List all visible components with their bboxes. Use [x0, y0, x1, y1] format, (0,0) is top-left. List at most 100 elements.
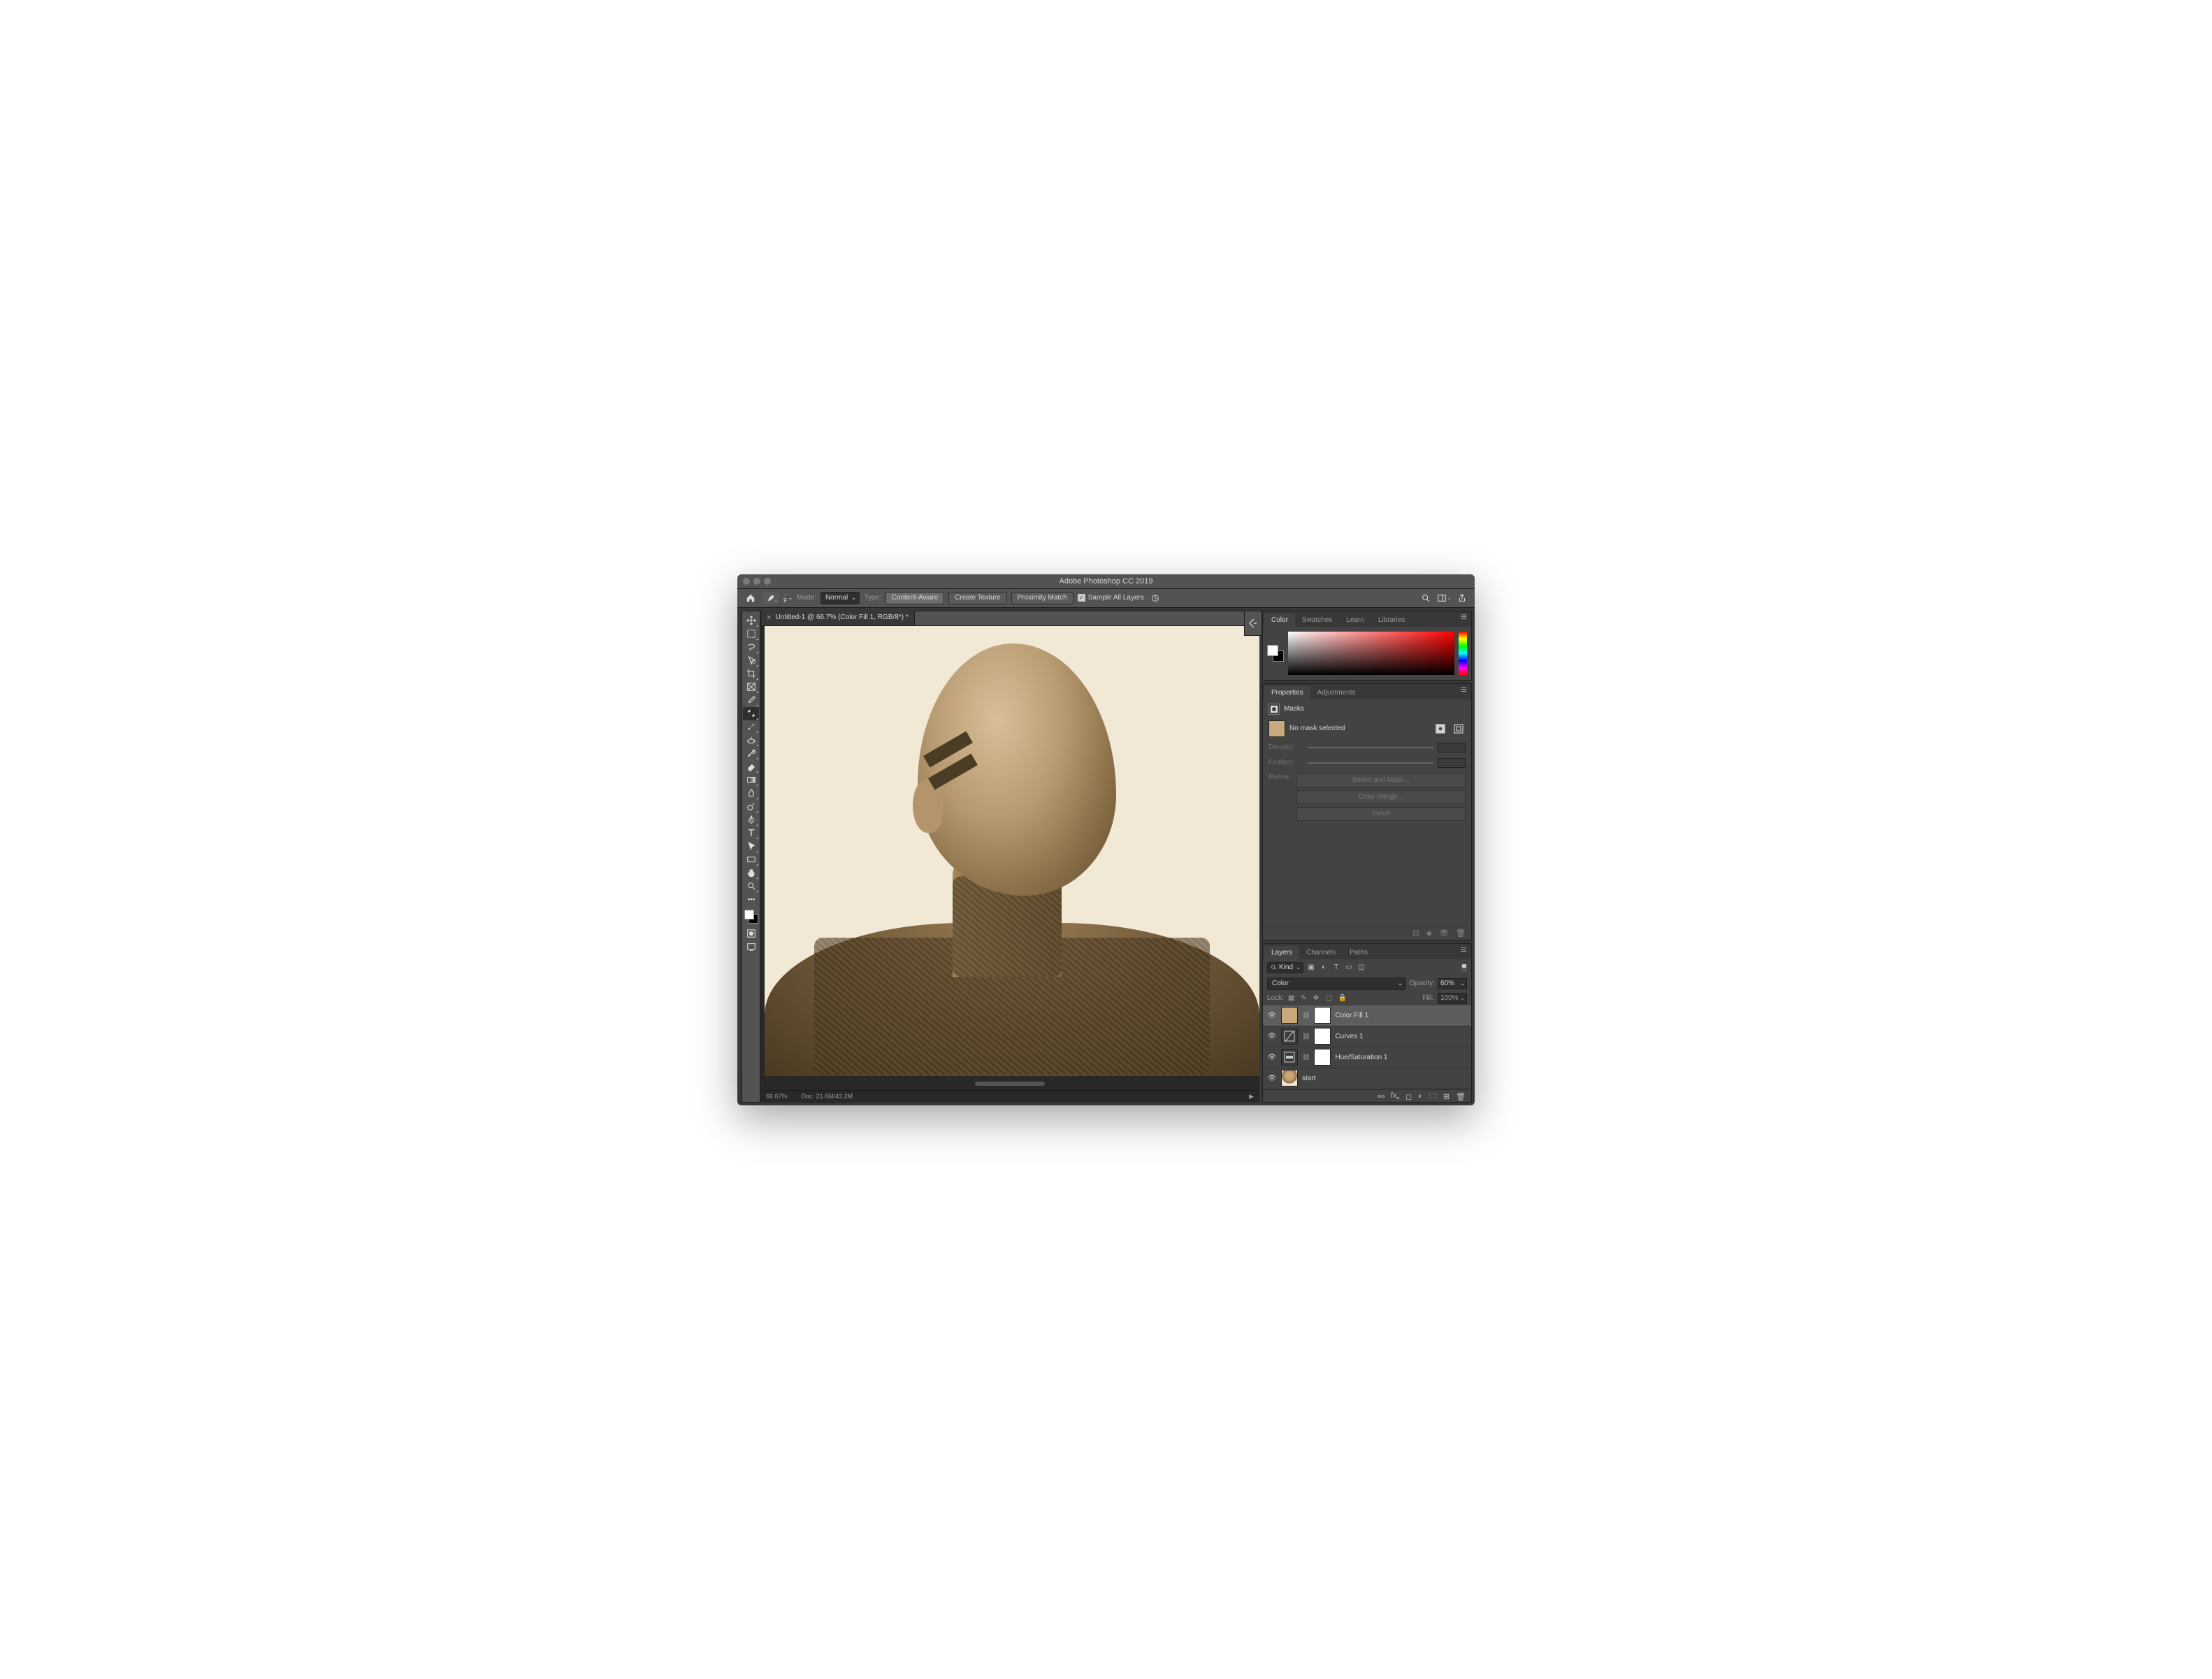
- fill-input[interactable]: 100%: [1438, 993, 1467, 1004]
- content-aware-button[interactable]: Content-Aware: [885, 592, 945, 604]
- zoom-tool[interactable]: [743, 880, 759, 893]
- doc-size[interactable]: Doc: 21.6M/43.2M: [802, 1093, 853, 1100]
- density-value[interactable]: [1438, 743, 1466, 753]
- lasso-tool[interactable]: [743, 641, 759, 654]
- filter-smart-icon[interactable]: ◫: [1357, 963, 1366, 973]
- tab-properties[interactable]: Properties: [1264, 686, 1310, 699]
- layer-name[interactable]: Curves 1: [1335, 1033, 1467, 1040]
- gradient-tool[interactable]: [743, 773, 759, 787]
- layer-mask-thumbnail[interactable]: [1314, 1049, 1331, 1066]
- share-icon[interactable]: [1455, 592, 1469, 604]
- blur-tool[interactable]: [743, 787, 759, 800]
- link-icon[interactable]: ⛓: [1302, 1012, 1310, 1019]
- lock-all-icon[interactable]: 🔒: [1338, 994, 1347, 1003]
- fg-bg-swatch[interactable]: [744, 909, 759, 924]
- adjustment-layer-icon[interactable]: ◐: [1418, 1092, 1423, 1100]
- lock-paint-icon[interactable]: ✎: [1301, 994, 1309, 1003]
- zoom-level[interactable]: 66.67%: [766, 1093, 788, 1100]
- color-field[interactable]: [1288, 632, 1454, 675]
- tab-learn[interactable]: Learn: [1339, 613, 1371, 627]
- tab-layers[interactable]: Layers: [1264, 946, 1299, 959]
- layer-mask-thumbnail[interactable]: [1314, 1007, 1331, 1024]
- eraser-tool[interactable]: [743, 760, 759, 773]
- filter-pixel-icon[interactable]: ▣: [1306, 963, 1316, 973]
- panel-menu-icon[interactable]: ≡: [1456, 941, 1471, 959]
- clone-stamp-tool[interactable]: [743, 734, 759, 747]
- feather-value[interactable]: [1438, 758, 1466, 768]
- horizontal-scrollbar[interactable]: [975, 1082, 1045, 1086]
- link-icon[interactable]: ⛓: [1302, 1033, 1310, 1040]
- edit-toolbar[interactable]: [743, 893, 759, 906]
- move-tool[interactable]: [743, 614, 759, 627]
- lock-position-icon[interactable]: ✥: [1313, 994, 1322, 1003]
- dodge-tool[interactable]: [743, 800, 759, 813]
- tab-adjustments[interactable]: Adjustments: [1310, 686, 1363, 699]
- pen-tool[interactable]: [743, 813, 759, 827]
- tab-channels[interactable]: Channels: [1299, 946, 1343, 959]
- visibility-toggle[interactable]: 👁: [1267, 1075, 1277, 1082]
- blend-mode-dropdown[interactable]: Color: [1267, 977, 1406, 990]
- delete-layer-icon[interactable]: 🗑: [1456, 1092, 1466, 1101]
- close-tab-icon[interactable]: ×: [767, 613, 771, 622]
- apply-mask-icon[interactable]: ◈: [1426, 929, 1432, 938]
- load-selection-icon[interactable]: ⊡: [1412, 929, 1419, 938]
- home-button[interactable]: [743, 591, 758, 605]
- tab-paths[interactable]: Paths: [1343, 946, 1375, 959]
- brush-size-picker[interactable]: • 9: [783, 593, 786, 604]
- type-tool[interactable]: [743, 827, 759, 840]
- delete-mask-icon[interactable]: 🗑: [1456, 929, 1466, 938]
- filter-toggle[interactable]: [1461, 964, 1467, 972]
- healing-brush-tool[interactable]: [743, 707, 759, 720]
- screen-mode[interactable]: [743, 940, 759, 954]
- mask-mode-icon[interactable]: [1268, 704, 1280, 715]
- filter-kind-dropdown[interactable]: Kind: [1267, 962, 1303, 973]
- create-texture-button[interactable]: Create Texture: [948, 592, 1006, 604]
- feather-slider[interactable]: [1308, 762, 1433, 764]
- visibility-toggle[interactable]: 👁: [1267, 1033, 1277, 1040]
- vector-mask-icon[interactable]: [1452, 722, 1466, 735]
- panel-menu-icon[interactable]: ≡: [1456, 609, 1471, 627]
- opacity-input[interactable]: 60%: [1438, 978, 1467, 989]
- filter-shape-icon[interactable]: ▭: [1344, 963, 1354, 973]
- panel-menu-icon[interactable]: ≡: [1456, 681, 1471, 699]
- new-layer-icon[interactable]: ⊞: [1443, 1092, 1450, 1101]
- workspace-switcher-icon[interactable]: ⌄: [1437, 592, 1451, 604]
- pressure-icon[interactable]: [1148, 592, 1162, 604]
- tool-preset-picker[interactable]: ⌄: [762, 592, 779, 604]
- document-tab[interactable]: × Untitled-1 @ 66.7% (Color Fill 1, RGB/…: [761, 610, 915, 625]
- hue-slider[interactable]: [1459, 632, 1467, 675]
- collapsed-dock[interactable]: [1244, 611, 1262, 636]
- path-select-tool[interactable]: [743, 840, 759, 853]
- tab-color[interactable]: Color: [1264, 613, 1295, 627]
- eyedropper-tool[interactable]: [743, 694, 759, 707]
- pixel-mask-icon[interactable]: [1433, 722, 1447, 735]
- layer-name[interactable]: start: [1302, 1075, 1467, 1082]
- invert-button[interactable]: Invert: [1296, 807, 1466, 821]
- mode-dropdown[interactable]: Normal: [821, 592, 860, 604]
- layer-row[interactable]: 👁⛓Hue/Saturation 1: [1263, 1047, 1471, 1068]
- select-and-mask-button[interactable]: Select and Mask...: [1296, 773, 1466, 787]
- tab-libraries[interactable]: Libraries: [1371, 613, 1412, 627]
- fg-bg-swatch[interactable]: [1267, 645, 1284, 662]
- crop-tool[interactable]: [743, 667, 759, 681]
- disable-mask-icon[interactable]: 👁: [1439, 929, 1449, 938]
- rectangle-tool[interactable]: [743, 853, 759, 866]
- link-layers-icon[interactable]: ⚯: [1378, 1092, 1385, 1101]
- layer-fx-icon[interactable]: fx▾: [1391, 1091, 1399, 1101]
- marquee-tool[interactable]: [743, 627, 759, 641]
- sample-all-checkbox[interactable]: ✓Sample All Layers: [1078, 594, 1144, 602]
- hand-tool[interactable]: [743, 866, 759, 880]
- add-mask-icon[interactable]: ◻: [1405, 1092, 1412, 1101]
- layer-row[interactable]: 👁 ⛓ Curves 1: [1263, 1026, 1471, 1047]
- filter-type-icon[interactable]: T: [1331, 963, 1341, 973]
- group-icon[interactable]: 🗀: [1429, 1090, 1437, 1103]
- lock-pixels-icon[interactable]: ▦: [1288, 994, 1296, 1003]
- filter-adjust-icon[interactable]: ◐: [1319, 963, 1329, 973]
- tab-swatches[interactable]: Swatches: [1295, 613, 1339, 627]
- canvas[interactable]: [760, 626, 1259, 1090]
- quick-mask[interactable]: [743, 927, 759, 940]
- statusbar-arrow-icon[interactable]: ▶: [1249, 1093, 1254, 1100]
- brush-tool[interactable]: [743, 720, 759, 734]
- visibility-toggle[interactable]: 👁: [1267, 1012, 1277, 1019]
- layer-row[interactable]: 👁⛓Color Fill 1: [1263, 1005, 1471, 1026]
